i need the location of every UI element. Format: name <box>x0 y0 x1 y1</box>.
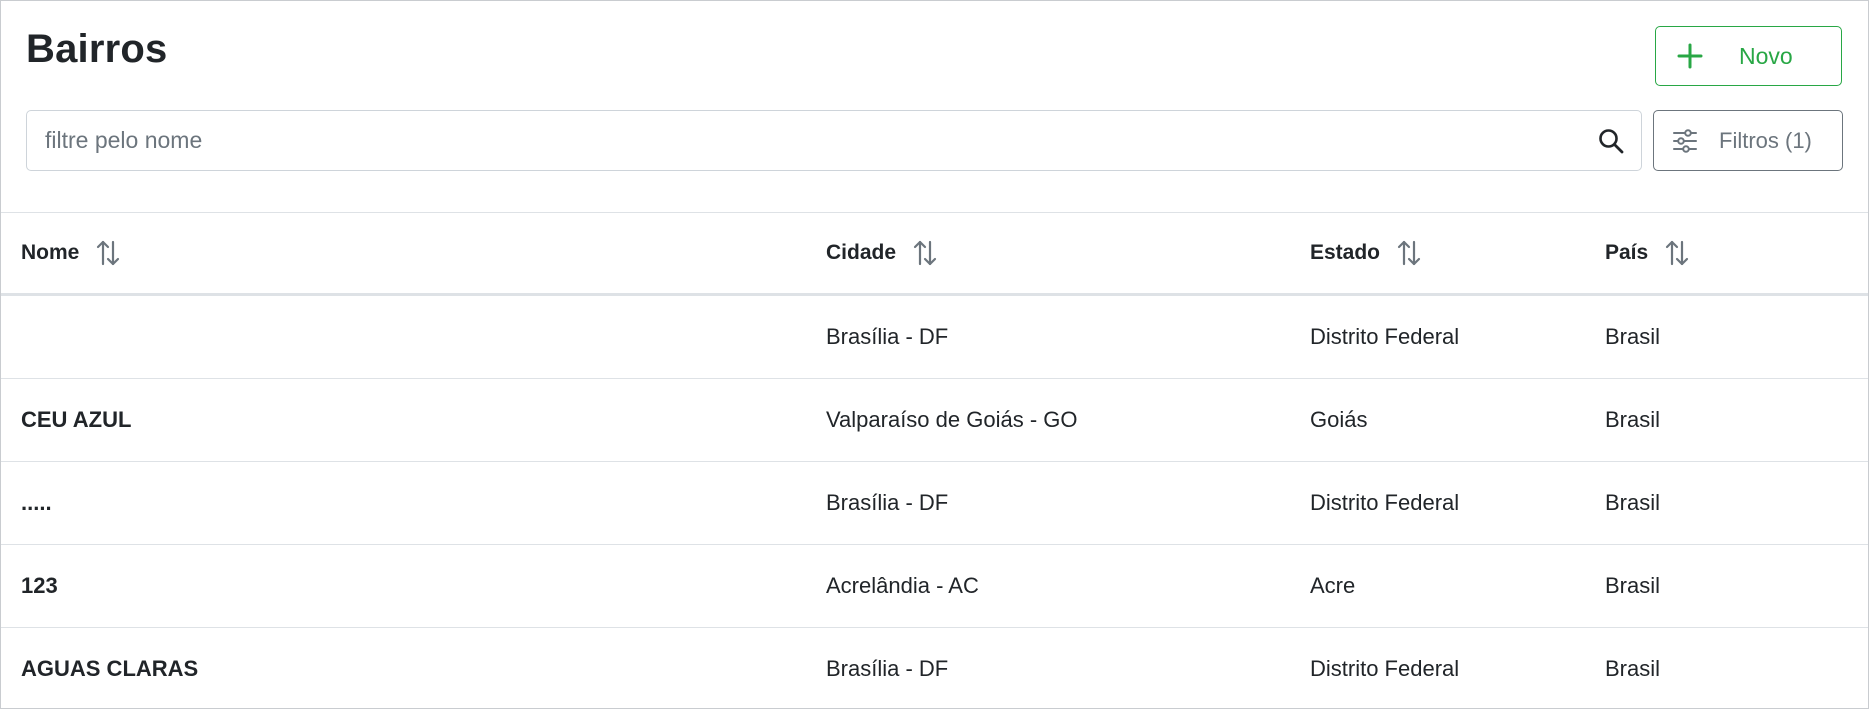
cell-estado: Distrito Federal <box>1310 490 1460 515</box>
table-row[interactable]: AGUAS CLARAS Brasília - DF Distrito Fede… <box>1 628 1868 708</box>
cell-cidade: Valparaíso de Goiás - GO <box>826 407 1078 432</box>
cell-pais: Brasil <box>1605 324 1661 349</box>
cell-cidade: Acrelândia - AC <box>826 573 979 598</box>
column-header-pais[interactable]: País <box>1605 213 1690 293</box>
table-body: Brasília - DF Distrito Federal Brasil CE… <box>1 296 1868 708</box>
column-header-estado[interactable]: Estado <box>1310 213 1422 293</box>
cell-pais: Brasil <box>1605 407 1661 432</box>
column-header-label: Cidade <box>826 241 897 264</box>
cell-estado: Acre <box>1310 573 1356 598</box>
column-header-nome[interactable]: Nome <box>21 213 121 293</box>
table-row[interactable]: ..... Brasília - DF Distrito Federal Bra… <box>1 462 1868 545</box>
new-button[interactable]: Novo <box>1655 26 1842 86</box>
cell-cidade: Brasília - DF <box>826 324 949 349</box>
cell-pais: Brasil <box>1605 656 1661 681</box>
cell-estado: Distrito Federal <box>1310 656 1460 681</box>
new-button-label: Novo <box>1739 43 1793 69</box>
cell-nome: 123 <box>21 573 58 598</box>
column-header-label: País <box>1605 241 1649 264</box>
cell-estado: Goiás <box>1310 407 1368 432</box>
cell-pais: Brasil <box>1605 490 1661 515</box>
sort-arrows-icon[interactable] <box>1664 238 1690 268</box>
column-header-cidade[interactable]: Cidade <box>826 213 938 293</box>
bairros-table: Nome Cidade Estado País Brasília - DF Di… <box>1 212 1868 708</box>
search-icon[interactable] <box>1597 127 1625 155</box>
column-header-label: Estado <box>1310 241 1381 264</box>
bairros-page: Bairros Novo Filtros (1) <box>0 0 1869 709</box>
filters-button[interactable]: Filtros (1) <box>1653 110 1843 171</box>
cell-nome: CEU AZUL <box>21 407 132 432</box>
filters-button-label: Filtros (1) <box>1719 128 1812 153</box>
cell-estado: Distrito Federal <box>1310 324 1460 349</box>
search-box <box>26 110 1642 171</box>
sort-arrows-icon[interactable] <box>912 238 938 268</box>
column-header-label: Nome <box>21 241 80 264</box>
plus-icon <box>1677 43 1703 69</box>
cell-pais: Brasil <box>1605 573 1661 598</box>
cell-cidade: Brasília - DF <box>826 490 949 515</box>
table-row[interactable]: Brasília - DF Distrito Federal Brasil <box>1 296 1868 379</box>
cell-nome: ..... <box>21 490 52 515</box>
cell-nome: AGUAS CLARAS <box>21 656 199 681</box>
table-row[interactable]: CEU AZUL Valparaíso de Goiás - GO Goiás … <box>1 379 1868 462</box>
table-row[interactable]: 123 Acrelândia - AC Acre Brasil <box>1 545 1868 628</box>
cell-cidade: Brasília - DF <box>826 656 949 681</box>
page-title: Bairros <box>26 27 168 71</box>
search-input[interactable] <box>45 111 1565 170</box>
sliders-icon <box>1673 129 1697 153</box>
sort-arrows-icon[interactable] <box>95 238 121 268</box>
table-header: Nome Cidade Estado País <box>1 213 1868 296</box>
sort-arrows-icon[interactable] <box>1396 238 1422 268</box>
